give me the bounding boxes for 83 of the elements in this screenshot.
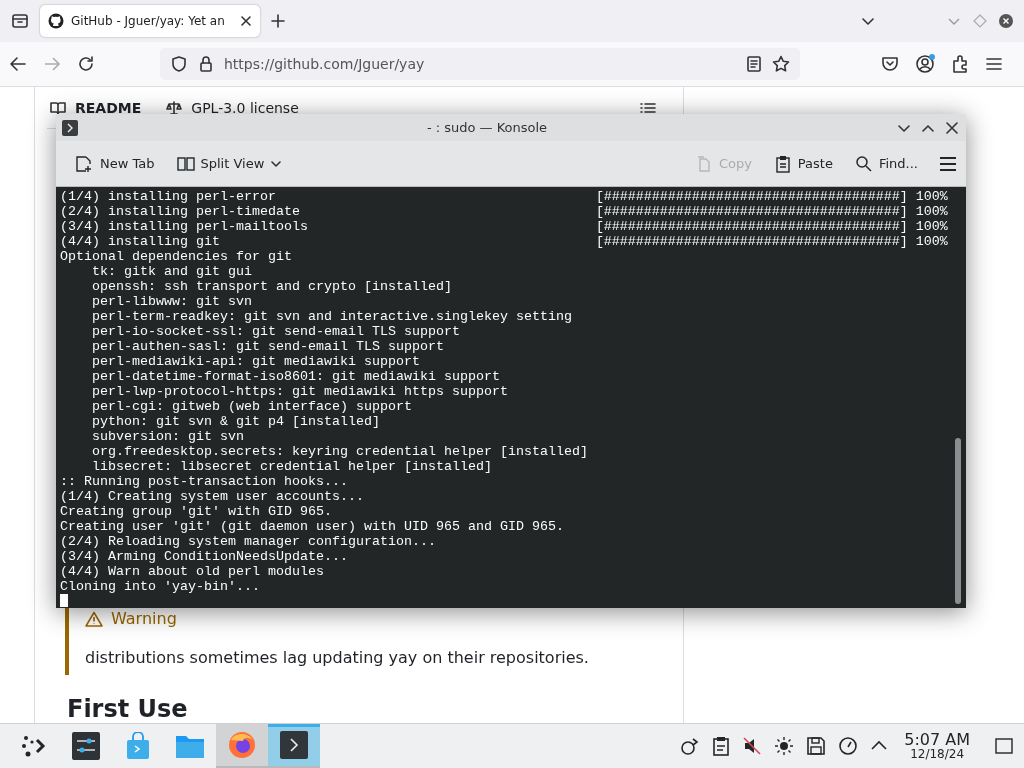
new-tab-icon[interactable] [270,13,286,29]
terminal-line: perl-mediawiki-api: git mediawiki support [91,354,421,369]
terminal-line: perl-cgi: gitweb (web interface) support [91,399,413,414]
scrollbar-thumb[interactable] [955,438,961,604]
back-icon[interactable] [8,54,28,74]
fox-globe-icon [228,731,256,759]
clipboard-icon[interactable] [712,736,731,756]
reload-icon[interactable] [76,54,96,74]
speaker-muted-icon[interactable] [742,736,763,756]
split-view-icon [176,154,195,173]
progress-text: [#####################################] 100% [595,189,948,204]
terminal-line: (2/4) installing perl-timedate [60,204,301,219]
terminal-line: perl-lwp-protocol-https: git mediawiki https support [91,384,509,399]
address-bar[interactable]: https://github.com/Jguer/yay [160,48,800,80]
folder-icon [175,733,205,759]
new-tab-icon [74,153,94,174]
terminal-line: python: git svn & git p4 [installed] [91,414,381,429]
close-icon[interactable] [944,119,960,136]
progress-text: [#####################################] 100% [595,219,948,234]
warning-icon [85,610,103,627]
terminal-line: org.freedesktop.secrets: keyring credential helper [installed] [91,444,589,459]
license-tab[interactable]: GPL-3.0 license [191,99,299,116]
close-icon[interactable] [240,15,252,27]
clock-date: 12/18/24 [910,748,965,761]
scale-icon [165,99,184,116]
shield-icon [170,55,188,73]
paste-button[interactable]: Paste [771,150,835,177]
terminal-line: (1/4) installing perl-error [60,189,277,204]
terminal-line: subversion: git svn [91,429,245,444]
gauge-icon[interactable] [838,736,859,756]
taskbar-app[interactable] [268,724,320,768]
terminal-line: perl-term-readkey: git svn and interactive.singlekey setting [91,309,573,324]
progress-text: [#####################################] 100% [595,204,948,219]
find-button[interactable]: Find... [852,150,920,177]
terminal-line: tk: gitk and git gui [91,264,253,279]
github-icon [48,13,64,29]
terminal-line: perl-libwww: git svn [91,294,253,309]
shopping-bag-icon [125,732,151,760]
terminal-icon [62,119,78,136]
brightness-icon[interactable] [774,736,795,756]
terminal-line: (4/4) installing git [60,234,221,249]
tab-title: GitHub - Jguer/yay: Yet an [71,14,226,28]
terminal-line: perl-authen-sasl: git send-email TLS support [91,339,445,354]
book-icon [49,99,67,116]
readme-tab[interactable]: README [75,99,142,116]
terminal-line: perl-io-socket-ssl: git send-email TLS support [91,324,461,339]
terminal-line: perl-datetime-format-iso8601: git mediawiki support [91,369,501,384]
url-text: https://github.com/Jguer/yay [224,56,426,72]
new-tab-button[interactable]: New Tab [72,149,157,178]
warning-title: Warning [111,609,177,628]
terminal-line: openssh: ssh transport and crypto [installed] [91,279,453,294]
terminal-line: Creating group 'git' with GID 965. [60,504,333,519]
pocket-icon[interactable] [880,54,900,74]
section-heading: First Use [67,695,189,723]
show-desktop-icon[interactable] [994,736,1014,756]
terminal-line: (2/4) Reloading system manager configuration... [60,534,437,549]
browser-tab[interactable]: GitHub - Jguer/yay: Yet an [40,5,260,37]
clock-time: 5:07 AM [904,731,970,748]
clock[interactable]: 5:07 AM 12/18/24 [904,731,970,761]
close-icon[interactable] [998,13,1014,29]
warning-text: distributions sometimes lag updating yay on their repositories. [85,648,590,667]
account-icon[interactable] [914,53,936,75]
terminal-line: Creating user 'git' (git daemon user) with UID 965 and GID 965. [60,519,565,534]
terminal-line: (3/4) installing perl-mailtools [60,219,309,234]
window-title: - : sudo — Konsole [425,120,549,135]
terminal-icon [280,731,308,759]
progress-text: [#####################################] 100% [595,234,948,249]
terminal-line: (4/4) Warn about old perl modules [60,564,325,579]
lock-icon [198,55,214,73]
terminal-line: Optional dependencies for git [60,249,293,264]
star-icon[interactable] [772,55,790,73]
extensions-icon[interactable] [950,54,970,74]
split-view-button[interactable]: Split View [174,150,285,177]
terminal-line: (3/4) Arming ConditionNeedsUpdate... [60,549,349,564]
tab-list-icon[interactable] [10,11,30,31]
clipboard-icon [773,154,792,173]
terminal-line: Cloning into 'yay-bin'... [60,579,261,594]
reader-view-icon[interactable] [746,55,762,73]
search-icon [854,154,873,173]
sliders-icon [72,732,100,760]
terminal-line: :: Running post-transaction hooks... [60,474,349,489]
terminal-line: (1/4) Creating system user accounts... [60,489,365,504]
terminal-line: libsecret: libsecret credential helper [installed] [91,459,493,474]
